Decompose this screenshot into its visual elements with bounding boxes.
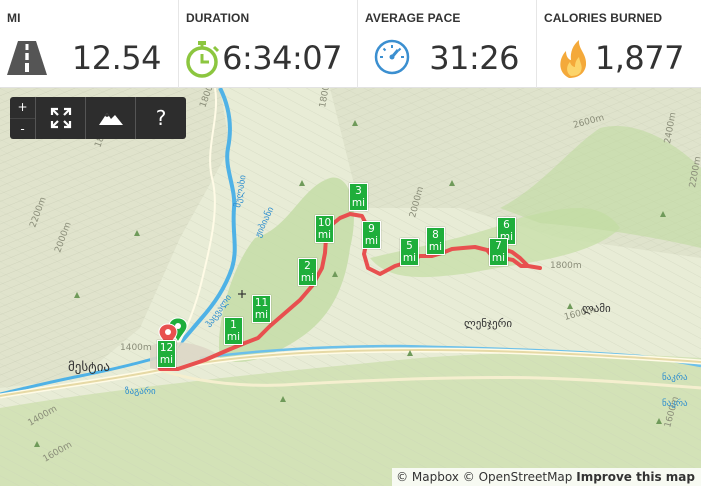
map-attribution: © Mapbox © OpenStreetMap Improve this ma… bbox=[392, 468, 701, 486]
place-nakra-2: ნაკრა bbox=[662, 398, 688, 409]
mile-marker[interactable]: 3 mi bbox=[349, 183, 368, 211]
place-nakra: ნაკრა bbox=[662, 372, 688, 383]
mile-marker[interactable]: 8 mi bbox=[426, 227, 445, 255]
place-mestia: მესტია bbox=[68, 360, 110, 375]
terrain-toggle-button[interactable] bbox=[86, 97, 136, 139]
marker-number: 5 bbox=[406, 240, 413, 252]
stat-label: MI bbox=[7, 11, 21, 25]
mile-marker[interactable]: 10 mi bbox=[315, 215, 334, 243]
help-button[interactable]: ? bbox=[136, 97, 186, 139]
mile-marker[interactable]: 11 mi bbox=[252, 295, 271, 323]
stat-value: 12.54 bbox=[71, 39, 162, 77]
stat-average-pace: AVERAGE PACE 31:26 bbox=[358, 0, 537, 88]
mile-marker[interactable]: 1 mi bbox=[224, 317, 243, 345]
stat-label: AVERAGE PACE bbox=[365, 11, 461, 25]
marker-number: 7 bbox=[495, 240, 502, 252]
marker-number: 1 bbox=[230, 319, 237, 331]
zoom-out-button[interactable]: - bbox=[10, 119, 35, 140]
workout-stats-bar: MI 12.54 DURATION 6:34:07 AVERAGE PACE 3… bbox=[0, 0, 701, 88]
marker-number: 9 bbox=[368, 223, 375, 235]
mile-marker[interactable]: 12 mi bbox=[157, 340, 176, 368]
fullscreen-icon bbox=[50, 107, 71, 129]
marker-unit: mi bbox=[254, 309, 269, 321]
mile-marker[interactable]: 9 mi bbox=[362, 221, 381, 249]
place-lami: ლამი bbox=[582, 302, 611, 315]
marker-unit: mi bbox=[300, 272, 315, 284]
contour-label: 1800m bbox=[550, 261, 582, 271]
marker-unit: mi bbox=[317, 229, 332, 241]
marker-unit: mi bbox=[491, 252, 506, 264]
stat-distance: MI 12.54 bbox=[0, 0, 179, 88]
mile-marker[interactable]: 2 mi bbox=[298, 258, 317, 286]
mountain-icon bbox=[98, 113, 123, 125]
road-icon bbox=[7, 41, 47, 75]
zoom-controls: + - bbox=[10, 97, 36, 139]
fullscreen-button[interactable] bbox=[36, 97, 86, 139]
marker-unit: mi bbox=[402, 252, 417, 264]
mile-marker[interactable]: 7 mi bbox=[489, 238, 508, 266]
place-lenjeri: ლენჯერი bbox=[464, 317, 512, 330]
map-controls: + - ? bbox=[10, 97, 186, 139]
contour-label: 1400m bbox=[120, 343, 152, 353]
stat-label: CALORIES BURNED bbox=[544, 11, 663, 25]
stat-label: DURATION bbox=[186, 11, 250, 25]
stat-value: 1,877 bbox=[594, 39, 685, 77]
marker-number: 11 bbox=[254, 297, 269, 309]
marker-unit: mi bbox=[364, 235, 379, 247]
marker-unit: mi bbox=[159, 354, 174, 366]
stat-value: 6:34:07 bbox=[222, 39, 342, 77]
place-zagari: ზაგარი bbox=[125, 386, 156, 397]
osm-link[interactable]: © OpenStreetMap bbox=[463, 470, 573, 484]
marker-unit: mi bbox=[226, 331, 241, 343]
zoom-in-button[interactable]: + bbox=[10, 97, 35, 119]
marker-unit: mi bbox=[428, 241, 443, 253]
stat-duration: DURATION 6:34:07 bbox=[179, 0, 358, 88]
marker-unit: mi bbox=[351, 197, 366, 209]
marker-number: 12 bbox=[159, 342, 174, 354]
marker-number: 10 bbox=[317, 217, 332, 229]
stat-value: 31:26 bbox=[429, 39, 519, 77]
marker-number: 3 bbox=[355, 185, 362, 197]
mapbox-link[interactable]: © Mapbox bbox=[396, 470, 459, 484]
terrain-basemap[interactable]: 2200m 2000m 1800m 1800m 1800m 2000m 1800… bbox=[0, 88, 701, 486]
route-map[interactable]: 2200m 2000m 1800m 1800m 1800m 2000m 1800… bbox=[0, 88, 701, 486]
marker-number: 2 bbox=[304, 260, 311, 272]
improve-map-link[interactable]: Improve this map bbox=[576, 470, 695, 484]
speedometer-icon bbox=[374, 39, 410, 75]
marker-number: 8 bbox=[432, 229, 439, 241]
marker-number: 6 bbox=[503, 219, 510, 231]
mile-marker[interactable]: 5 mi bbox=[400, 238, 419, 266]
stat-calories: CALORIES BURNED 1,877 bbox=[537, 0, 701, 88]
stopwatch-icon bbox=[186, 41, 220, 78]
flame-icon bbox=[560, 40, 587, 78]
